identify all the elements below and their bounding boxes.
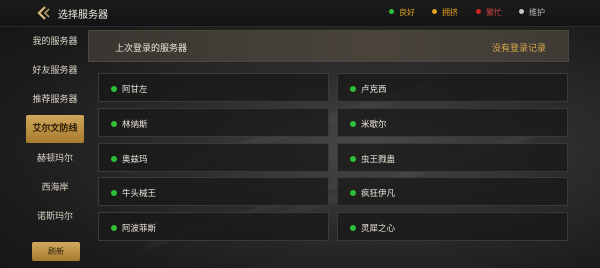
status-good-icon [111, 225, 117, 231]
legend-maintenance: 维护 [519, 7, 545, 18]
sidebar-item-label: 艾尔文防线 [32, 124, 78, 134]
background-texture [266, 124, 554, 224]
server-name: 牛头械王 [122, 189, 157, 199]
server-name: 阿波菲斯 [122, 224, 157, 234]
status-good-icon [350, 86, 356, 92]
status-busy-dot [476, 9, 481, 14]
legend-crowded-label: 拥挤 [442, 8, 458, 17]
recent-server-title: 上次登录的服务器 [115, 44, 188, 54]
legend-good-label: 良好 [399, 8, 415, 17]
sidebar-item-label: 诺斯玛尔 [36, 212, 73, 222]
legend-busy: 繁忙 [476, 7, 502, 18]
status-good-icon [350, 225, 356, 231]
legend-good: 良好 [389, 7, 415, 18]
server-category-sidebar: 我的服务器 好友服务器 推荐服务器 艾尔文防线 赫顿玛尔 西海岸 诺斯玛尔 [26, 26, 84, 268]
status-crowded-dot [432, 9, 437, 14]
sidebar-item-label: 我的服务器 [32, 37, 78, 47]
top-bar: 选择服务器 良好 拥挤 繁忙 维护 [0, 0, 600, 27]
sidebar-item-label: 好友服务器 [32, 66, 78, 76]
status-good-icon [350, 156, 356, 162]
recent-server-bar: 上次登录的服务器 没有登录记录 [88, 30, 569, 62]
legend-crowded: 拥挤 [432, 7, 458, 18]
status-good-icon [111, 121, 117, 127]
legend-maintenance-label: 维护 [529, 8, 545, 17]
server-card[interactable]: 虫王戮蛊 [337, 143, 568, 172]
status-good-icon [350, 121, 356, 127]
status-good-dot [389, 9, 394, 14]
server-card[interactable]: 灵犀之心 [337, 212, 568, 241]
sidebar-item-recommended[interactable]: 推荐服务器 [26, 86, 84, 114]
server-card[interactable]: 疯狂伊凡 [337, 177, 568, 206]
server-name: 虫王戮蛊 [361, 155, 396, 165]
status-good-icon [111, 86, 117, 92]
no-login-record-text: 没有登录记录 [491, 44, 546, 54]
status-good-icon [111, 190, 117, 196]
refresh-button[interactable]: 刷新 [32, 242, 80, 261]
server-card[interactable]: 阿甘左 [98, 73, 329, 102]
legend-busy-label: 繁忙 [486, 8, 502, 17]
sidebar-item-label: 赫顿玛尔 [36, 154, 73, 164]
server-card[interactable]: 阿波菲斯 [98, 212, 329, 241]
server-name: 米歇尔 [361, 120, 387, 130]
back-arrow-icon[interactable] [34, 4, 52, 22]
status-good-icon [350, 190, 356, 196]
server-name: 林纳斯 [122, 120, 148, 130]
sidebar-item-label: 推荐服务器 [32, 95, 78, 105]
sidebar-item-elvin-line[interactable]: 艾尔文防线 [26, 115, 84, 143]
server-name: 奥兹玛 [122, 155, 148, 165]
page-title: 选择服务器 [58, 10, 108, 21]
server-name: 灵犀之心 [361, 224, 396, 234]
server-name: 疯狂伊凡 [361, 189, 396, 199]
sidebar-item-hendon-myre[interactable]: 赫顿玛尔 [26, 145, 84, 173]
sidebar-item-friend-servers[interactable]: 好友服务器 [26, 57, 84, 85]
server-card[interactable]: 米歇尔 [337, 108, 568, 137]
server-card[interactable]: 卢克西 [337, 73, 568, 102]
sidebar-item-west-coast[interactable]: 西海岸 [26, 174, 84, 202]
sidebar-item-label: 西海岸 [41, 183, 69, 193]
server-card[interactable]: 牛头械王 [98, 177, 329, 206]
server-name: 阿甘左 [122, 85, 148, 95]
sidebar-item-nosmar[interactable]: 诺斯玛尔 [26, 203, 84, 231]
sidebar-item-my-servers[interactable]: 我的服务器 [26, 28, 84, 56]
server-name: 卢克西 [361, 85, 387, 95]
status-maintenance-dot [519, 9, 524, 14]
status-good-icon [111, 156, 117, 162]
server-card[interactable]: 林纳斯 [98, 108, 329, 137]
server-card[interactable]: 奥兹玛 [98, 143, 329, 172]
